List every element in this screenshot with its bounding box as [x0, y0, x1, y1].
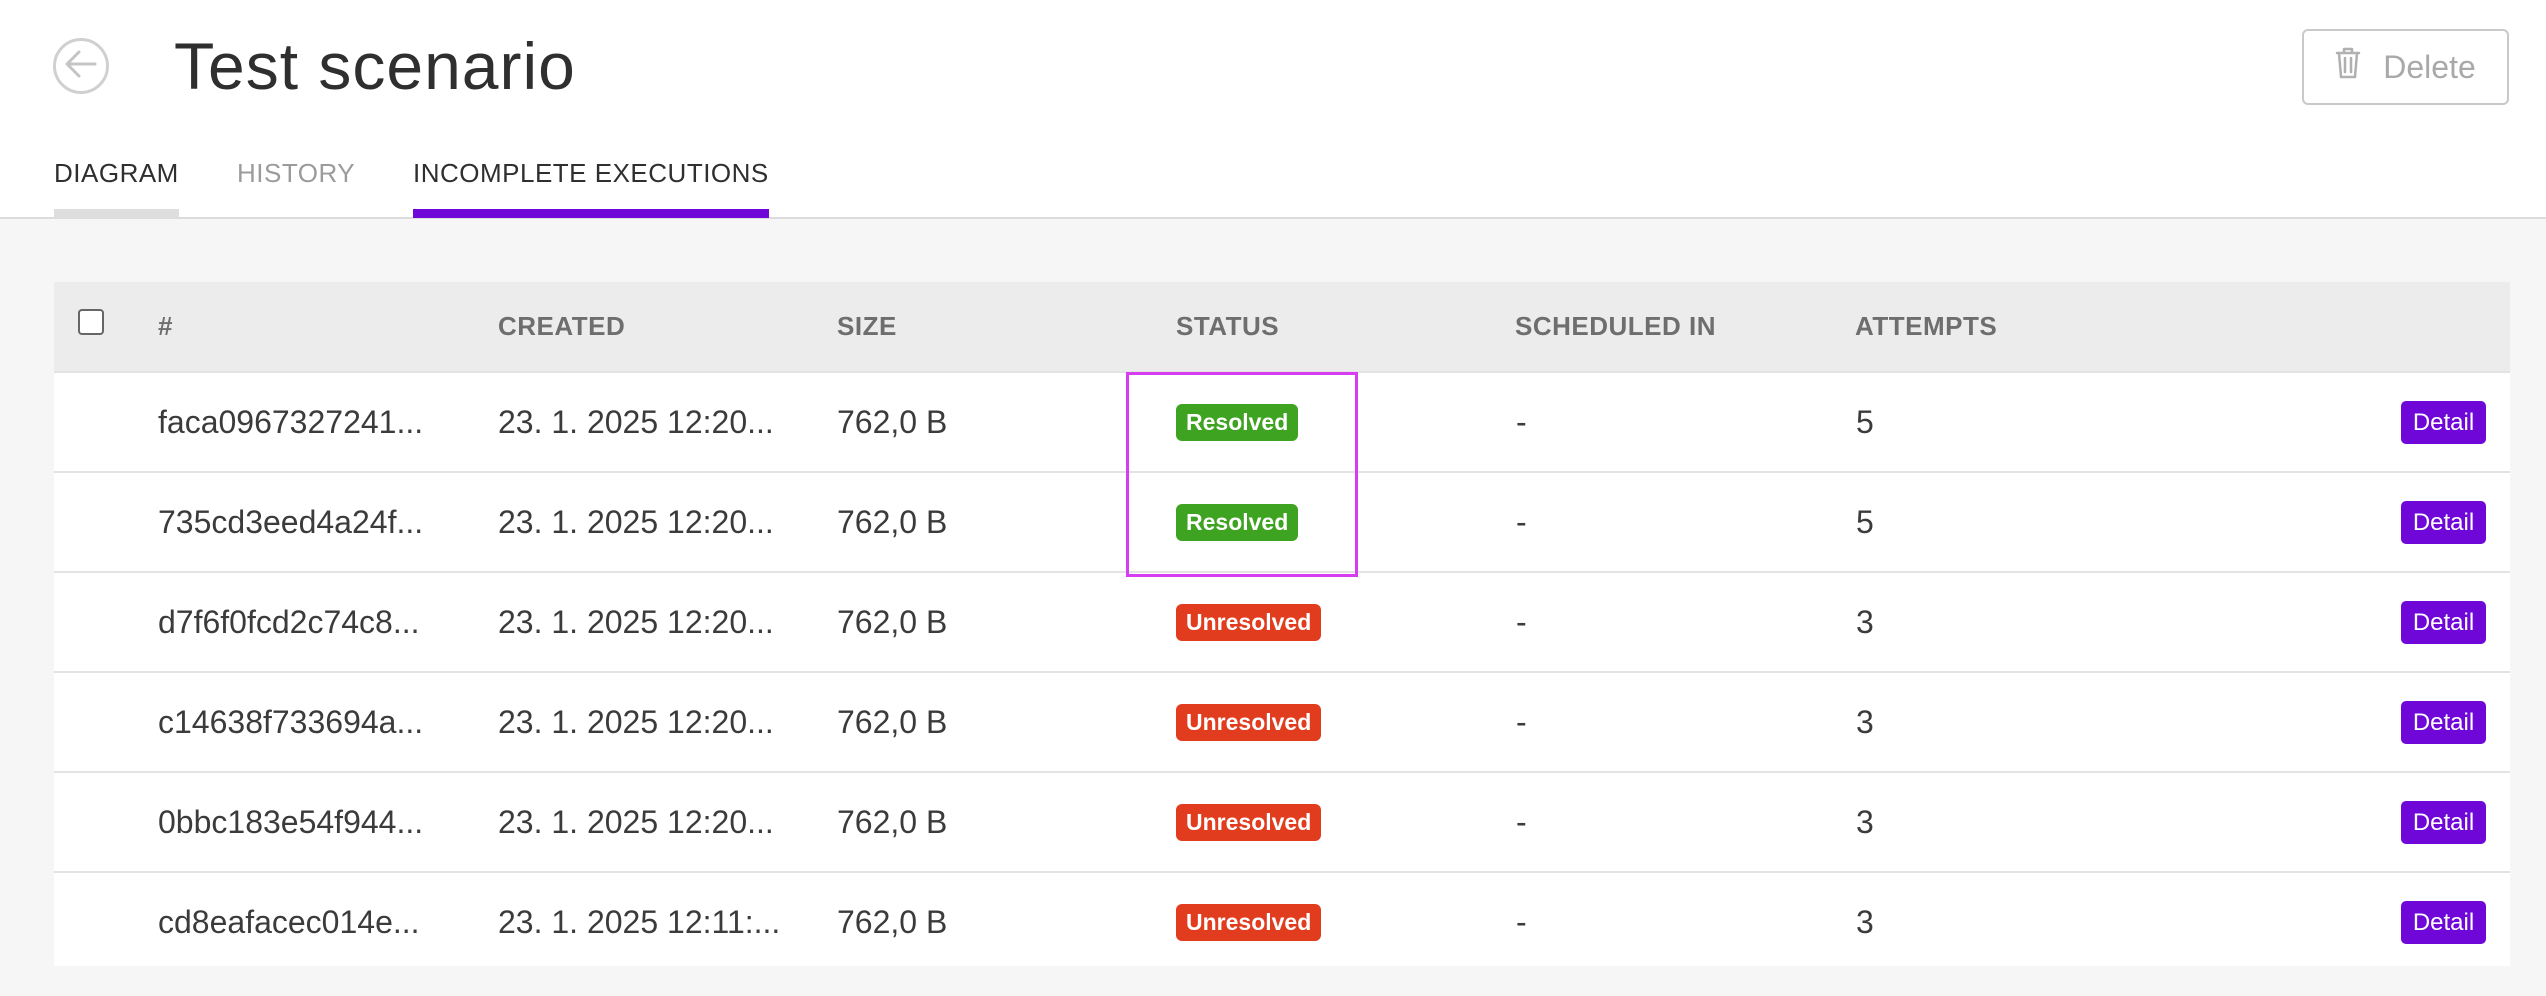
- table-row: faca0967327241... 23. 1. 2025 12:20... 7…: [54, 371, 2510, 471]
- status-badge: Unresolved: [1176, 604, 1322, 641]
- execution-id: 735cd3eed4a24f...: [158, 504, 424, 540]
- attempts-value: 3: [1856, 704, 1874, 740]
- table-row: 0bbc183e54f944... 23. 1. 2025 12:20... 7…: [54, 771, 2510, 871]
- size-value: 762,0 B: [837, 604, 948, 640]
- delete-button-label: Delete: [2383, 48, 2476, 85]
- arrow-left-icon: [64, 49, 98, 84]
- created-date: 23. 1. 2025 12:20...: [498, 804, 774, 840]
- column-header-created: CREATED: [498, 311, 626, 341]
- table-row: d7f6f0fcd2c74c8... 23. 1. 2025 12:20... …: [54, 571, 2510, 671]
- column-header-size: SIZE: [837, 311, 897, 341]
- tab-incomplete-executions[interactable]: INCOMPLETE EXECUTIONS: [413, 158, 769, 218]
- column-header-attempts: ATTEMPTS: [1855, 311, 1998, 341]
- created-date: 23. 1. 2025 12:20...: [498, 404, 774, 440]
- column-header-scheduled-in: SCHEDULED IN: [1515, 311, 1717, 341]
- table-row: 735cd3eed4a24f... 23. 1. 2025 12:20... 7…: [54, 471, 2510, 571]
- attempts-value: 5: [1856, 404, 1874, 440]
- tab-diagram-underline: [54, 209, 179, 218]
- created-date: 23. 1. 2025 12:20...: [498, 604, 774, 640]
- attempts-value: 3: [1856, 904, 1874, 940]
- scheduled-in-value: -: [1516, 904, 1527, 940]
- status-badge: Resolved: [1176, 404, 1299, 441]
- column-header-id: #: [158, 311, 173, 341]
- tab-history[interactable]: HISTORY: [237, 158, 355, 218]
- column-header-status: STATUS: [1176, 311, 1280, 341]
- status-badge: Unresolved: [1176, 804, 1322, 841]
- scheduled-in-value: -: [1516, 404, 1527, 440]
- execution-id: d7f6f0fcd2c74c8...: [158, 604, 420, 640]
- size-value: 762,0 B: [837, 704, 948, 740]
- created-date: 23. 1. 2025 12:20...: [498, 504, 774, 540]
- tab-diagram[interactable]: DIAGRAM: [54, 158, 179, 218]
- scheduled-in-value: -: [1516, 804, 1527, 840]
- page-header: Test scenario Delete DIAGRAM HISTORY INC…: [0, 0, 2546, 219]
- trash-icon: [2335, 46, 2361, 88]
- execution-id: c14638f733694a...: [158, 704, 424, 740]
- detail-button[interactable]: Detail: [2401, 601, 2486, 644]
- size-value: 762,0 B: [837, 404, 948, 440]
- select-all-checkbox[interactable]: [78, 309, 104, 335]
- active-tab-indicator: [413, 209, 769, 218]
- execution-id: 0bbc183e54f944...: [158, 804, 424, 840]
- back-button[interactable]: [53, 38, 109, 94]
- table-row: c14638f733694a... 23. 1. 2025 12:20... 7…: [54, 671, 2510, 771]
- detail-button[interactable]: Detail: [2401, 501, 2486, 544]
- table-row: cd8eafacec014e... 23. 1. 2025 12:11:... …: [54, 871, 2510, 966]
- attempts-value: 3: [1856, 604, 1874, 640]
- status-badge: Unresolved: [1176, 904, 1322, 941]
- detail-button[interactable]: Detail: [2401, 801, 2486, 844]
- attempts-value: 3: [1856, 804, 1874, 840]
- status-badge: Unresolved: [1176, 704, 1322, 741]
- delete-button[interactable]: Delete: [2302, 29, 2509, 105]
- scheduled-in-value: -: [1516, 504, 1527, 540]
- scheduled-in-value: -: [1516, 704, 1527, 740]
- scheduled-in-value: -: [1516, 604, 1527, 640]
- tab-history-label: HISTORY: [237, 158, 356, 188]
- attempts-value: 5: [1856, 504, 1874, 540]
- execution-id: faca0967327241...: [158, 404, 424, 440]
- size-value: 762,0 B: [837, 804, 948, 840]
- tab-diagram-label: DIAGRAM: [54, 158, 179, 188]
- status-badge: Resolved: [1176, 504, 1299, 541]
- tab-incomplete-executions-label: INCOMPLETE EXECUTIONS: [413, 158, 769, 188]
- size-value: 762,0 B: [837, 904, 948, 940]
- size-value: 762,0 B: [837, 504, 948, 540]
- table-header: # CREATED SIZE STATUS SCHEDULED IN ATTEM…: [54, 282, 2510, 371]
- execution-id: cd8eafacec014e...: [158, 904, 420, 940]
- detail-button[interactable]: Detail: [2401, 901, 2486, 944]
- executions-table: # CREATED SIZE STATUS SCHEDULED IN ATTEM…: [54, 282, 2510, 966]
- detail-button[interactable]: Detail: [2401, 701, 2486, 744]
- created-date: 23. 1. 2025 12:11:...: [498, 904, 781, 940]
- detail-button[interactable]: Detail: [2401, 401, 2486, 444]
- page-title: Test scenario: [174, 29, 576, 103]
- created-date: 23. 1. 2025 12:20...: [498, 704, 774, 740]
